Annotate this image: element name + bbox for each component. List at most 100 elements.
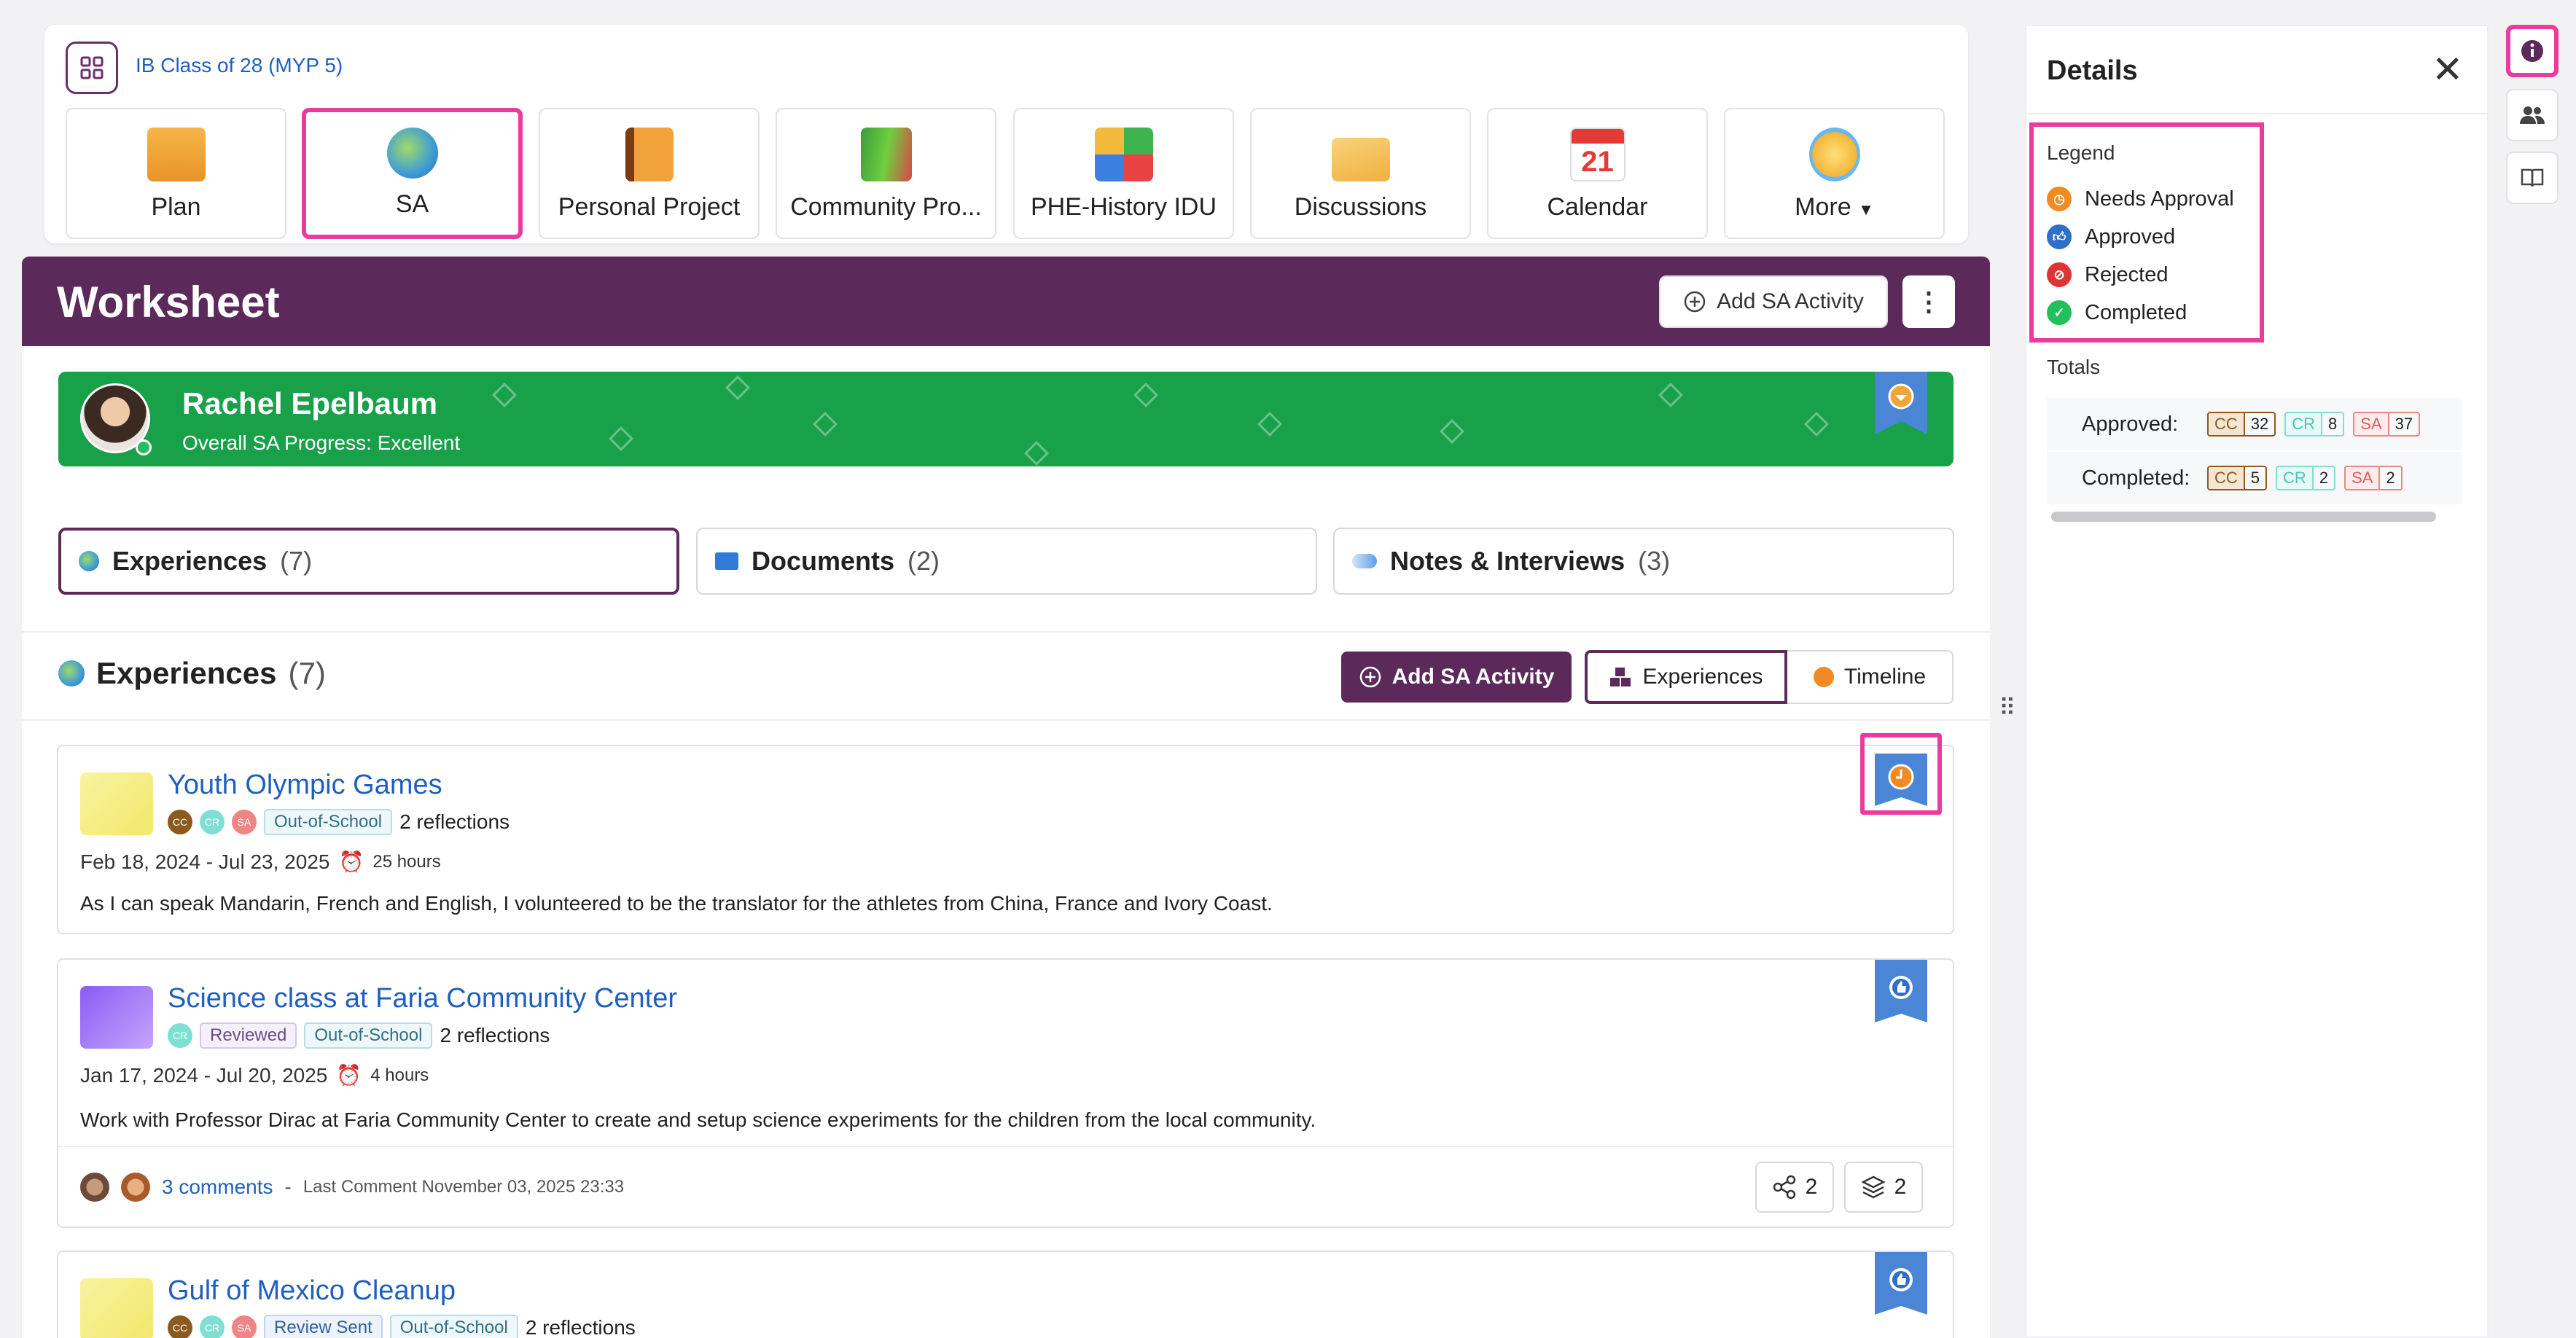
apps-grid-button[interactable] <box>66 42 118 94</box>
tab-label: Documents <box>752 546 895 576</box>
sa-total-badge: SA 37 <box>2353 412 2421 437</box>
nav-tile-calendar[interactable]: 21 Calendar <box>1487 108 1708 239</box>
comments-row: 3 comments - Last Comment November 03, 2… <box>80 1173 624 1202</box>
book-rail-button[interactable] <box>2506 152 2559 204</box>
blocks-icon <box>1610 668 1631 686</box>
people-icon <box>2520 106 2545 124</box>
totals-label: Completed: <box>2082 466 2190 490</box>
badge-value: 37 <box>2394 415 2413 433</box>
more-label: More <box>1795 193 1851 221</box>
view-timeline-button[interactable]: Timeline <box>1787 650 1954 704</box>
date-range: Feb 18, 2024 - Jul 23, 2025 <box>80 850 330 873</box>
reflections-count[interactable]: 2 reflections <box>440 1024 550 1047</box>
legend-label: Completed <box>2085 300 2187 324</box>
needs-approval-ribbon-icon[interactable] <box>1875 754 1927 819</box>
share-button[interactable]: 2 <box>1755 1162 1834 1213</box>
section-title: Experiences (7) <box>58 656 326 691</box>
approved-ribbon-icon[interactable] <box>1875 960 1927 1025</box>
legend-label: Rejected <box>2085 262 2169 286</box>
clock-icon <box>1813 667 1834 687</box>
alarm-clock-icon: ⏰ <box>338 850 364 873</box>
experience-card[interactable]: Science class at Faria Community Center … <box>57 958 1954 1228</box>
tag-out-of-school: Out-of-School <box>389 1315 518 1338</box>
experience-card[interactable]: Gulf of Mexico Cleanup CC CR SA Review S… <box>57 1251 1954 1338</box>
experience-thumbnail <box>80 772 153 835</box>
tag-reviewed: Reviewed <box>200 1022 297 1049</box>
tag-out-of-school: Out-of-School <box>304 1022 433 1049</box>
more-options-button[interactable]: ⋮ <box>1902 275 1955 328</box>
nav-tile-plan[interactable]: Plan <box>66 108 286 239</box>
panel-resize-handle[interactable]: ⠿ <box>1999 694 2015 721</box>
badge-key: CR <box>2286 413 2323 435</box>
totals-label: Approved: <box>2082 412 2179 436</box>
puzzle-icon <box>1094 128 1153 181</box>
page-title: Worksheet <box>57 278 280 326</box>
experience-dates: Jan 17, 2024 - Jul 20, 2025 ⏰ 4 hours <box>80 1063 429 1087</box>
experience-thumbnail <box>80 1278 153 1338</box>
comments-link[interactable]: 3 comments <box>162 1175 273 1199</box>
reflections-count[interactable]: 2 reflections <box>399 810 510 834</box>
reflections-count[interactable]: 2 reflections <box>526 1316 636 1338</box>
progress-ribbon-icon <box>1875 372 1927 434</box>
experience-title[interactable]: Youth Olympic Games <box>168 770 442 801</box>
divider <box>22 719 1990 721</box>
layers-button[interactable]: 2 <box>1844 1162 1923 1213</box>
plus-circle-icon <box>1359 666 1381 688</box>
nav-tile-phe-history-idu[interactable]: PHE-History IDU <box>1013 108 1234 239</box>
layers-count: 2 <box>1894 1175 1907 1199</box>
class-link[interactable]: IB Class of 28 (MYP 5) <box>136 54 343 77</box>
horizontal-scrollbar[interactable] <box>2051 512 2436 522</box>
add-sa-activity-primary-button[interactable]: Add SA Activity <box>1341 652 1572 703</box>
nav-tile-sa[interactable]: SA <box>302 108 523 239</box>
globe-icon <box>58 660 85 686</box>
book-icon <box>2521 168 2544 187</box>
nav-tile-discussions[interactable]: Discussions <box>1250 108 1471 239</box>
cr-badge-icon: CR <box>200 810 225 834</box>
info-rail-button[interactable] <box>2506 25 2559 77</box>
add-sa-activity-button[interactable]: Add SA Activity <box>1659 275 1888 328</box>
badge-value: 5 <box>2250 469 2260 487</box>
ban-icon: ⊘ <box>2047 262 2072 287</box>
nav-tile-label: Personal Project <box>558 193 741 221</box>
view-experiences-button[interactable]: Experiences <box>1585 650 1787 704</box>
badge-value: 32 <box>2250 415 2269 433</box>
share-icon <box>1773 1175 1795 1200</box>
envelope-icon <box>1331 138 1390 181</box>
approved-ribbon-icon[interactable] <box>1875 1252 1927 1318</box>
legend-label: Approved <box>2085 224 2176 249</box>
tab-label: Notes & Interviews <box>1390 546 1625 576</box>
share-count: 2 <box>1805 1175 1818 1199</box>
alarm-clock-icon: ⏰ <box>336 1064 362 1087</box>
cr-total-badge: CR 2 <box>2276 466 2336 490</box>
experience-tags: CC CR SA Out-of-School 2 reflections <box>168 809 510 835</box>
badge-key: SA <box>2354 413 2389 435</box>
notebook-icon <box>625 128 674 181</box>
cr-total-badge: CR 8 <box>2284 412 2345 437</box>
caret-down-icon: ▼ <box>1858 200 1874 219</box>
tab-experiences[interactable]: Experiences (7) <box>58 528 679 595</box>
cc-badge-icon: CC <box>168 810 192 834</box>
experience-title[interactable]: Science class at Faria Community Center <box>168 983 677 1014</box>
legend-item-rejected: ⊘ Rejected <box>2047 262 2168 287</box>
nav-tile-personal-project[interactable]: Personal Project <box>539 108 760 239</box>
clock-icon: ◷ <box>2047 187 2072 211</box>
grid-icon <box>80 56 104 79</box>
divider <box>2025 113 2489 114</box>
tab-notes-interviews[interactable]: Notes & Interviews (3) <box>1333 528 1954 595</box>
online-status-indicator <box>136 439 152 455</box>
layers-icon <box>1860 1175 1886 1199</box>
tab-count: (7) <box>280 546 313 576</box>
nav-tile-community-project[interactable]: Community Pro... <box>776 108 996 239</box>
experience-title[interactable]: Gulf of Mexico Cleanup <box>168 1275 456 1307</box>
sa-badge-icon: SA <box>232 1315 257 1338</box>
experience-description: As I can speak Mandarin, French and Engl… <box>80 892 1273 915</box>
experience-tags: CC CR SA Review Sent Out-of-School 2 ref… <box>168 1315 636 1338</box>
people-rail-button[interactable] <box>2506 89 2559 141</box>
tab-documents[interactable]: Documents (2) <box>696 528 1317 595</box>
nav-tile-label: SA <box>395 190 429 218</box>
close-icon[interactable]: ✕ <box>2432 51 2464 89</box>
experience-card[interactable]: Youth Olympic Games CC CR SA Out-of-Scho… <box>57 733 1954 934</box>
globe-icon <box>386 128 438 179</box>
separator: - <box>284 1175 292 1198</box>
nav-tile-more[interactable]: More ▼ <box>1724 108 1945 239</box>
